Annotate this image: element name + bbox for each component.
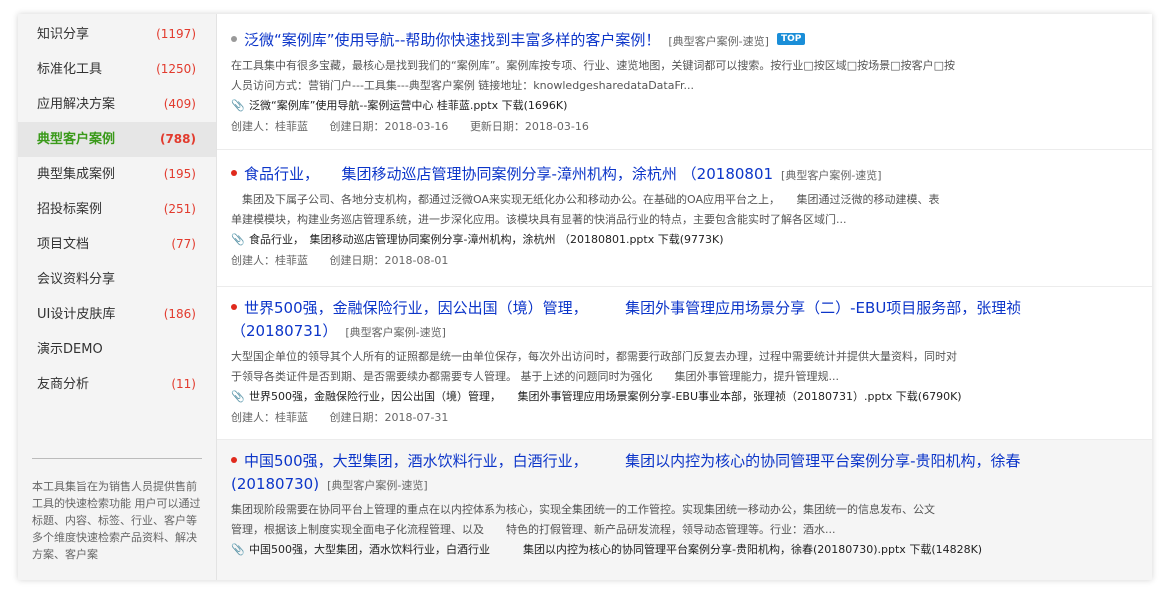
sidebar-item-label: 知识分享	[37, 27, 90, 42]
sidebar-description: 本工具集旨在为销售人员提供售前工具的快速检索功能 用户可以通过标题、内容、标签、…	[32, 480, 201, 561]
sidebar-item-demo[interactable]: 演示DEMO	[18, 332, 216, 367]
sidebar-item-project-docs[interactable]: 项目文档 (77)	[18, 227, 216, 262]
sidebar-item-label: 项目文档	[37, 237, 90, 252]
result-item: 中国500强，大型集团，酒水饮料行业，白酒行业， 集团以内控为核心的协同管理平台…	[217, 440, 1152, 580]
sidebar-item-competitor-analysis[interactable]: 友商分析 (11)	[18, 367, 216, 402]
paperclip-icon: 📎	[231, 99, 245, 112]
sidebar-item-solutions[interactable]: 应用解决方案 (409)	[18, 87, 216, 122]
result-item: 食品行业， 集团移动巡店管理协同案例分享-漳州机构，涂杭州 （20180801 […	[217, 150, 1152, 287]
bullet-dot-icon	[231, 169, 237, 176]
result-meta: 创建人：桂菲蓝 创建日期：2018-07-31	[231, 407, 1152, 429]
sidebar-item-meeting-materials[interactable]: 会议资料分享	[18, 262, 216, 297]
creator: 创建人：桂菲蓝	[231, 120, 308, 133]
result-summary: 在工具集中有很多宝藏，最核心是找到我们的“案例库”。案例库按专项、行业、速览地图…	[231, 56, 1031, 96]
paperclip-icon: 📎	[231, 390, 245, 403]
paperclip-icon: 📎	[231, 233, 245, 246]
result-title-link-cont[interactable]: (20180730)	[231, 475, 319, 493]
bullet-dot-icon	[231, 456, 237, 463]
sidebar-item-integration-cases[interactable]: 典型集成案例 (195)	[18, 157, 216, 192]
sidebar-item-label: 招投标案例	[37, 202, 103, 217]
updated-date: 更新日期：2018-03-16	[469, 120, 589, 133]
sidebar-item-label: 典型客户案例	[37, 132, 116, 147]
paperclip-icon: 📎	[231, 543, 245, 556]
sidebar-item-label: 演示DEMO	[37, 342, 103, 357]
sidebar-item-count: (186)	[163, 307, 196, 321]
result-meta: 创建人：桂菲蓝 创建日期：2018-03-16 更新日期：2018-03-16	[231, 116, 1152, 138]
sidebar-item-count: (251)	[163, 202, 196, 216]
attachment-filename[interactable]: 世界500强，金融保险行业，因公出国（境）管理， 集团外事管理应用场景案例分享-…	[249, 387, 962, 407]
sidebar-item-count: (1250)	[156, 62, 196, 76]
attachment-filename[interactable]: 食品行业， 集团移动巡店管理协同案例分享-漳州机构，涂杭州 （20180801.…	[249, 230, 724, 250]
sidebar-item-label: UI设计皮肤库	[37, 307, 116, 322]
summary-line: 于领导各类证件是否到期、是否需要续办都需要专人管理。 基于上述的问题同时为强化 …	[231, 370, 839, 383]
sidebar-item-bidding-cases[interactable]: 招投标案例 (251)	[18, 192, 216, 227]
result-title-link[interactable]: 中国500强，大型集团，酒水饮料行业，白酒行业， 集团以内控为核心的协同管理平台…	[244, 452, 1021, 470]
creator: 创建人：桂菲蓝	[231, 411, 308, 424]
summary-line: 集团现阶段需要在协同平台上管理的重点在以内控体系为核心，实现全集团统一的工作管控…	[231, 503, 935, 516]
summary-line: 人员访问方式：营销门户---工具集---典型客户案例 链接地址：knowledg…	[231, 79, 694, 92]
attachment-filename[interactable]: 中国500强，大型集团，酒水饮料行业，白酒行业 集团以内控为核心的协同管理平台案…	[249, 540, 982, 560]
created-date: 创建日期：2018-03-16	[329, 120, 449, 133]
bullet-dot-icon	[231, 35, 237, 42]
sidebar-item-count: (1197)	[156, 27, 196, 41]
attachment-link[interactable]: 📎 泛微“案例库”使用导航--案例运营中心 桂菲蓝.pptx 下载(1696K)	[231, 96, 1152, 116]
summary-line: 管理，根据该上制度实现全面电子化流程管理、以及 特色的打假管理、新产品研发流程，…	[231, 523, 836, 536]
result-tag: [典型客户案例-速览]	[668, 35, 769, 48]
attachment-filename[interactable]: 泛微“案例库”使用导航--案例运营中心 桂菲蓝.pptx 下载(1696K)	[249, 96, 567, 116]
result-meta: 创建人：桂菲蓝 创建日期：2018-08-01	[231, 250, 1152, 272]
created-date: 创建日期：2018-07-31	[329, 411, 449, 424]
result-item: 泛微“案例库”使用导航--帮助你快速找到丰富多样的客户案例！ [典型客户案例-速览…	[217, 14, 1152, 150]
result-item: 世界500强，金融保险行业，因公出国（境）管理， 集团外事管理应用场景分享（二）…	[217, 287, 1152, 440]
result-title-link-cont[interactable]: （20180731）	[231, 322, 337, 340]
top-badge: TOP	[776, 32, 806, 45]
attachment-link[interactable]: 📎 食品行业， 集团移动巡店管理协同案例分享-漳州机构，涂杭州 （2018080…	[231, 230, 1152, 250]
attachment-link[interactable]: 📎 中国500强，大型集团，酒水饮料行业，白酒行业 集团以内控为核心的协同管理平…	[231, 540, 1152, 560]
sidebar-item-standard-tools[interactable]: 标准化工具 (1250)	[18, 52, 216, 87]
result-title-link[interactable]: 食品行业， 集团移动巡店管理协同案例分享-漳州机构，涂杭州 （20180801	[244, 165, 773, 183]
sidebar-item-customer-cases[interactable]: 典型客户案例 (788)	[18, 122, 216, 157]
sidebar-item-count: (11)	[171, 377, 196, 391]
result-title-link[interactable]: 世界500强，金融保险行业，因公出国（境）管理， 集团外事管理应用场景分享（二）…	[244, 299, 1021, 317]
created-date: 创建日期：2018-08-01	[329, 254, 449, 267]
creator: 创建人：桂菲蓝	[231, 254, 308, 267]
app-frame: 知识分享 (1197) 标准化工具 (1250) 应用解决方案 (409) 典型…	[18, 14, 1152, 580]
sidebar-item-count: (409)	[163, 97, 196, 111]
sidebar-item-label: 友商分析	[37, 377, 90, 392]
sidebar-item-count: (788)	[159, 132, 196, 146]
sidebar-item-count: (195)	[163, 167, 196, 181]
result-tag: [典型客户案例-速览]	[781, 169, 882, 182]
sidebar-item-label: 典型集成案例	[37, 167, 116, 182]
summary-line: 集团及下属子公司、各地分支机构，都通过泛微OA来实现无纸化办公和移动办公。在基础…	[231, 193, 940, 206]
sidebar-item-knowledge-sharing[interactable]: 知识分享 (1197)	[18, 17, 216, 52]
sidebar-item-ui-skins[interactable]: UI设计皮肤库 (186)	[18, 297, 216, 332]
summary-line: 大型国企单位的领导其个人所有的证照都是统一由单位保存，每次外出访问时，都需要行政…	[231, 350, 957, 363]
result-tag: [典型客户案例-速览]	[327, 479, 428, 492]
sidebar-item-count: (77)	[171, 237, 196, 251]
sidebar-item-label: 标准化工具	[37, 62, 103, 77]
bullet-dot-icon	[231, 303, 237, 310]
result-summary: 大型国企单位的领导其个人所有的证照都是统一由单位保存，每次外出访问时，都需要行政…	[231, 347, 1031, 387]
result-tag: [典型客户案例-速览]	[345, 326, 446, 339]
sidebar-item-label: 应用解决方案	[37, 97, 116, 112]
sidebar-divider	[32, 458, 202, 459]
result-title-link[interactable]: 泛微“案例库”使用导航--帮助你快速找到丰富多样的客户案例！	[244, 31, 660, 49]
result-summary: 集团及下属子公司、各地分支机构，都通过泛微OA来实现无纸化办公和移动办公。在基础…	[231, 190, 1031, 230]
attachment-link[interactable]: 📎 世界500强，金融保险行业，因公出国（境）管理， 集团外事管理应用场景案例分…	[231, 387, 1152, 407]
summary-line: 单建模模块，构建业务巡店管理系统，进一步深化应用。该模块具有显著的快消品行业的特…	[231, 213, 847, 226]
result-summary: 集团现阶段需要在协同平台上管理的重点在以内控体系为核心，实现全集团统一的工作管控…	[231, 500, 1031, 540]
sidebar-item-label: 会议资料分享	[37, 272, 116, 287]
category-sidebar: 知识分享 (1197) 标准化工具 (1250) 应用解决方案 (409) 典型…	[18, 14, 217, 580]
summary-line: 在工具集中有很多宝藏，最核心是找到我们的“案例库”。案例库按专项、行业、速览地图…	[231, 59, 955, 72]
results-list: 泛微“案例库”使用导航--帮助你快速找到丰富多样的客户案例！ [典型客户案例-速览…	[217, 14, 1152, 580]
